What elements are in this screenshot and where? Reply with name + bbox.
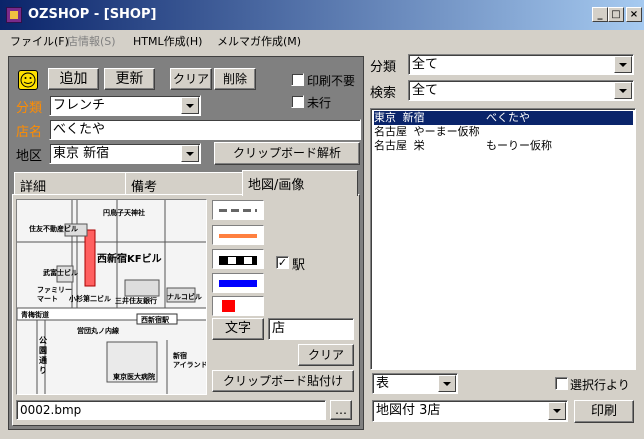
no-print-checkbox[interactable] — [291, 73, 304, 86]
map-image[interactable]: 円鳥子天神社 住友不動産ビル 西新宿KFビル 武富士ビル ファミリー マート 小… — [16, 199, 207, 395]
map-label-mitsui: 三井住友銀行 — [115, 297, 157, 305]
category-select[interactable]: フレンチ — [49, 95, 201, 116]
map-label-kf-building: 西新宿KFビル — [97, 254, 162, 265]
close-button[interactable]: × — [626, 7, 642, 22]
print-mode-select[interactable]: 地図付 3店 — [372, 400, 568, 422]
print-mode-value: 地図付 3店 — [376, 403, 441, 418]
fill-red-tool[interactable] — [212, 296, 264, 316]
clipboard-parse-button[interactable]: クリップボード解析 — [214, 142, 360, 165]
no-print-label: 印刷不要 — [307, 74, 356, 88]
map-label-shrine: 円鳥子天神社 — [103, 209, 145, 217]
chevron-down-icon[interactable] — [614, 82, 632, 99]
list-item-area: 東京 新宿 — [374, 111, 425, 124]
map-label-marunouchi: 営団丸ノ内線 — [77, 327, 119, 335]
search-label: 検索 — [370, 86, 397, 101]
minimize-button[interactable]: _ — [592, 7, 608, 22]
list-item[interactable]: 東京 新宿 べくたや — [374, 111, 633, 125]
chevron-down-icon[interactable] — [614, 56, 632, 73]
line-railway-tool[interactable] — [212, 249, 264, 269]
chevron-down-icon[interactable] — [181, 145, 199, 162]
search-value: 全て — [412, 83, 439, 98]
not-visited-checkbox[interactable] — [291, 95, 304, 108]
map-label-island: 新宿 アイランド — [173, 352, 207, 369]
window-title: OZSHOP - [SHOP] — [28, 7, 157, 22]
chevron-down-icon[interactable] — [548, 402, 566, 420]
chevron-down-icon[interactable] — [438, 375, 456, 392]
station-checkbox[interactable]: ✓ — [276, 256, 289, 269]
name-label: 店名 — [16, 125, 43, 140]
clear-button[interactable]: クリア — [170, 68, 212, 90]
print-button[interactable]: 印刷 — [574, 400, 634, 423]
menu-mailmag[interactable]: メルマガ作成(M) — [217, 33, 301, 49]
line-blue-tool[interactable] — [212, 273, 264, 293]
list-item[interactable]: 名古屋 やーまー仮称 — [374, 125, 633, 139]
line-orange-tool[interactable] — [212, 225, 264, 245]
browse-button[interactable]: … — [330, 400, 352, 420]
select-row-label: 選択行より — [570, 378, 630, 392]
tab-notes[interactable]: 備考 — [125, 172, 243, 195]
menu-shop-info: 店情報(S) — [67, 35, 116, 48]
category-value: フレンチ — [53, 98, 106, 113]
update-button[interactable]: 更新 — [104, 68, 155, 90]
select-row-checkbox[interactable] — [555, 377, 568, 390]
station-label: 駅 — [292, 258, 306, 273]
map-clear-button[interactable]: クリア — [298, 344, 354, 366]
not-visited-label: 未行 — [307, 96, 332, 110]
chevron-down-icon[interactable] — [181, 97, 199, 114]
clipboard-paste-button[interactable]: クリップボード貼付け — [212, 370, 354, 392]
image-file-input[interactable]: 0002.bmp — [16, 400, 326, 420]
view-mode-value: 表 — [376, 376, 390, 391]
map-text-input[interactable]: 店 — [268, 318, 354, 340]
map-label-koike: 小杉第二ビル — [69, 295, 111, 303]
category-label: 分類 — [16, 101, 43, 116]
list-item[interactable]: 名古屋 栄 もーりー仮称 — [374, 139, 633, 153]
shop-name-input[interactable]: べくたや — [49, 119, 361, 140]
list-item-name: べくたや — [486, 111, 530, 124]
smiley-icon[interactable] — [18, 70, 38, 90]
search-select[interactable]: 全て — [408, 80, 634, 101]
menu-html[interactable]: HTML作成(H) — [133, 33, 202, 49]
maximize-button[interactable]: □ — [608, 7, 624, 22]
app-icon[interactable] — [6, 7, 22, 23]
menu-file[interactable]: ファイル(F) — [10, 33, 69, 49]
shop-list[interactable]: 東京 新宿 べくたや 名古屋 やーまー仮称 名古屋 栄 もーりー仮称 — [370, 108, 636, 370]
add-button[interactable]: 追加 — [48, 68, 99, 90]
text-tool-button[interactable]: 文字 — [212, 318, 264, 340]
map-label-nalco: ナルコビル — [167, 293, 202, 301]
filter-category-value: 全て — [412, 57, 439, 72]
map-label-familymart: ファミリー マート — [37, 286, 72, 303]
tab-details[interactable]: 詳細 — [14, 172, 126, 195]
map-label-koen: 公園通り — [39, 336, 47, 375]
filter-category-select[interactable]: 全て — [408, 54, 634, 75]
map-label-takefuji: 武富士ビル — [43, 269, 78, 277]
map-label-hospital: 東京医大病院 — [113, 373, 155, 381]
list-item-name: もーりー仮称 — [486, 139, 552, 152]
filter-category-label: 分類 — [370, 60, 397, 75]
area-value: 東京 新宿 — [53, 146, 110, 161]
list-item-area: 名古屋 栄 — [374, 139, 425, 152]
tab-map-image[interactable]: 地図/画像 — [242, 170, 358, 196]
delete-button[interactable]: 削除 — [214, 68, 256, 90]
map-label-ome: 青梅街道 — [21, 311, 49, 319]
area-label: 地区 — [16, 149, 43, 164]
map-label-station: 西新宿駅 — [141, 316, 169, 324]
area-select[interactable]: 東京 新宿 — [49, 143, 201, 164]
line-gray-tool[interactable] — [212, 200, 264, 220]
list-item-area: 名古屋 やーまー仮称 — [374, 125, 480, 138]
map-label-building1: 住友不動産ビル — [29, 225, 78, 233]
view-mode-select[interactable]: 表 — [372, 373, 458, 394]
